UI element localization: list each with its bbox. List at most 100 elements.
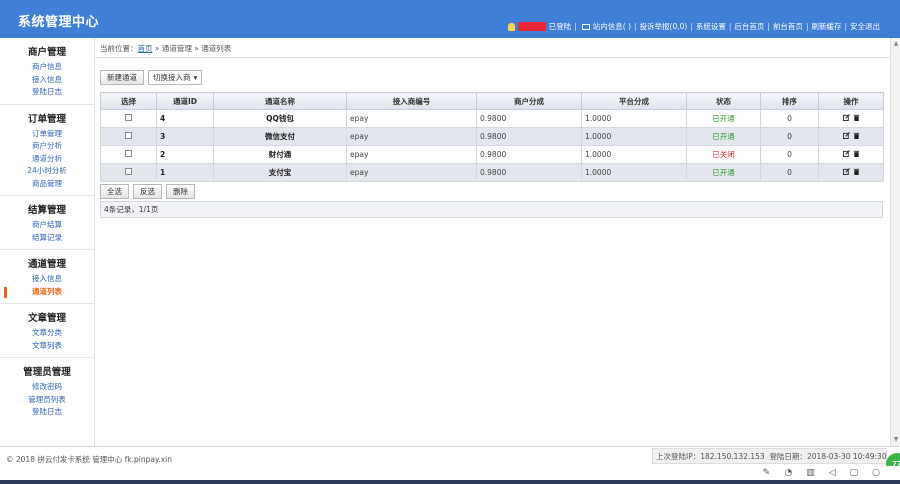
sidebar-item-merchant-analysis[interactable]: 商户分析 xyxy=(0,140,94,153)
breadcrumb-channel-list: 通道列表 xyxy=(201,44,232,53)
sidebar-item-merchant-settlement[interactable]: 商户结算 xyxy=(0,219,94,232)
table-row: 3 微信支付 epay 0.9800 1.0000 已开通 0 xyxy=(100,127,884,146)
trash-icon[interactable] xyxy=(853,132,860,139)
sidebar-item-order-manage[interactable]: 订单管理 xyxy=(0,128,94,141)
row-checkbox[interactable] xyxy=(125,132,132,139)
logged-in-text: 已登陆 xyxy=(548,22,572,31)
cell-id: 3 xyxy=(156,127,214,146)
select-all-button[interactable]: 全选 xyxy=(100,184,129,199)
sidebar-item-24h-analysis[interactable]: 24小时分析 xyxy=(0,165,94,178)
edit-icon[interactable] xyxy=(842,132,850,139)
trash-icon[interactable] xyxy=(853,168,860,175)
col-header-sort[interactable]: 排序 xyxy=(760,92,819,110)
cell-sort: 0 xyxy=(760,109,819,128)
cell-status[interactable]: 已开通 xyxy=(686,109,761,128)
sidebar-item-product-manage[interactable]: 商品管理 xyxy=(0,178,94,191)
sidebar-item-merchant-info[interactable]: 商户信息 xyxy=(0,61,94,74)
table-row: 2 财付通 epay 0.9800 1.0000 已关闭 0 xyxy=(100,145,884,164)
sidebar-group-title: 通道管理 xyxy=(27,259,66,270)
footer: © 2018 拼云付发卡系统 管理中心 fk.pinpay.xin 上次登陆IP… xyxy=(0,446,900,466)
tray-icons: ✎ ◔ ▥ ◁ ▢ ○ xyxy=(763,468,880,478)
cell-status[interactable]: 已开通 xyxy=(686,163,761,182)
scroll-up-icon[interactable]: ▲ xyxy=(892,40,900,48)
switch-provider-select[interactable]: 切换接入商 ▾ xyxy=(148,70,203,85)
table-header-row: 选择 通道ID 通道名称 接入商编号 商户分成 平台分成 状态 排序 操作 xyxy=(100,92,884,110)
messages-link[interactable]: 站内信息( ) xyxy=(593,21,631,32)
sidebar-group-articles: 文章管理 文章分类 文章列表 xyxy=(0,304,94,358)
last-login-ip: 182.150.132.153 xyxy=(700,451,765,461)
sidebar-group-title: 订单管理 xyxy=(27,113,66,125)
col-header-platform-rate[interactable]: 平台分成 xyxy=(581,92,687,110)
sidebar-group-title: 文章管理 xyxy=(27,313,66,324)
invert-selection-button[interactable]: 反选 xyxy=(133,184,162,199)
refresh-cache-link[interactable]: 刷新缓存 xyxy=(811,21,841,32)
complaints-link[interactable]: 投诉举报(0,0) xyxy=(640,21,688,32)
sidebar-group-title: 结算管理 xyxy=(27,205,66,216)
delete-button[interactable]: 删除 xyxy=(166,184,195,199)
cell-platform-rate: 1.0000 xyxy=(581,163,687,182)
sidebar-group-channel: 通道管理 接入信息 通道列表 xyxy=(0,250,94,304)
logout-link[interactable]: 安全退出 xyxy=(850,21,880,32)
cell-status[interactable]: 已关闭 xyxy=(686,145,761,164)
edit-icon[interactable] xyxy=(842,150,850,157)
edit-icon[interactable] xyxy=(842,114,850,121)
row-checkbox[interactable] xyxy=(125,150,132,157)
sidebar-item-article-category[interactable]: 文章分类 xyxy=(0,327,94,340)
sidebar-group-admin: 管理员管理 修改密码 管理员列表 登陆日志 xyxy=(0,358,94,424)
cell-name: 微信支付 xyxy=(213,127,347,146)
sidebar-item-channel-list[interactable]: 通道列表 xyxy=(0,286,94,299)
backend-home-link[interactable]: 后台首页 xyxy=(734,21,764,32)
col-header-provider[interactable]: 接入商编号 xyxy=(346,92,477,110)
display-icon[interactable]: ▢ xyxy=(850,468,859,478)
taskbar xyxy=(0,480,900,484)
cell-id: 1 xyxy=(156,163,214,182)
new-channel-button[interactable]: 新建通道 xyxy=(100,70,144,85)
col-header-id[interactable]: 通道ID xyxy=(156,92,214,110)
search-icon[interactable]: ○ xyxy=(872,468,880,478)
trash-icon[interactable] xyxy=(853,114,860,121)
channel-table-wrap: 选择 通道ID 通道名称 接入商编号 商户分成 平台分成 状态 排序 操作 4 … xyxy=(100,92,884,182)
cell-status[interactable]: 已开通 xyxy=(686,127,761,146)
battery-icon[interactable]: ▥ xyxy=(806,468,815,478)
cell-id: 2 xyxy=(156,145,214,164)
sidebar-group-title: 管理员管理 xyxy=(23,367,71,378)
cell-name: QQ钱包 xyxy=(213,109,347,128)
sidebar-item-settlement-records[interactable]: 结算记录 xyxy=(0,232,94,245)
page-scrollbar[interactable]: ▲ ▼ xyxy=(890,38,900,446)
row-checkbox[interactable] xyxy=(125,114,132,121)
sidebar-item-admin-login-log[interactable]: 登陆日志 xyxy=(0,406,94,419)
trash-icon[interactable] xyxy=(853,150,860,157)
settings-link[interactable]: 系统设置 xyxy=(696,21,726,32)
sidebar-item-access-info[interactable]: 接入信息 xyxy=(0,74,94,87)
cell-provider: epay xyxy=(346,127,477,146)
sidebar-group-settlement: 结算管理 商户结算 结算记录 xyxy=(0,196,94,250)
sidebar-item-admin-list[interactable]: 管理员列表 xyxy=(0,394,94,407)
col-header-status[interactable]: 状态 xyxy=(686,92,761,110)
scroll-down-icon[interactable]: ▼ xyxy=(892,436,900,444)
col-header-name[interactable]: 通道名称 xyxy=(213,92,347,110)
pen-icon[interactable]: ✎ xyxy=(763,468,771,478)
col-header-merchant-rate[interactable]: 商户分成 xyxy=(476,92,582,110)
sidebar-item-channel-access[interactable]: 接入信息 xyxy=(0,273,94,286)
cell-platform-rate: 1.0000 xyxy=(581,145,687,164)
edit-icon[interactable] xyxy=(842,168,850,175)
cell-provider: epay xyxy=(346,109,477,128)
sidebar-item-login-log[interactable]: 登陆日志 xyxy=(0,86,94,99)
mail-icon xyxy=(581,23,590,30)
frontend-home-link[interactable]: 前台首页 xyxy=(773,21,803,32)
breadcrumb-home-link[interactable]: 首页 xyxy=(138,44,153,53)
col-header-select: 选择 xyxy=(100,92,157,110)
row-checkbox[interactable] xyxy=(125,168,132,175)
sidebar-item-change-password[interactable]: 修改密码 xyxy=(0,381,94,394)
cell-platform-rate: 1.0000 xyxy=(581,109,687,128)
network-icon[interactable]: ◔ xyxy=(784,468,792,478)
sidebar-item-article-list[interactable]: 文章列表 xyxy=(0,340,94,353)
username: pinpay xyxy=(518,22,546,31)
app-title: 系统管理中心 xyxy=(18,15,100,30)
cell-name: 支付宝 xyxy=(213,163,347,182)
toolbar: 新建通道 切换接入商 ▾ xyxy=(100,70,203,85)
header-links: pinpay 已登陆 | 站内信息( ) | 投诉举报(0,0) | 系统设置 … xyxy=(508,21,880,32)
volume-icon[interactable]: ◁ xyxy=(829,468,836,478)
cell-sort: 0 xyxy=(760,163,819,182)
sidebar-item-channel-analysis[interactable]: 通道分析 xyxy=(0,153,94,166)
